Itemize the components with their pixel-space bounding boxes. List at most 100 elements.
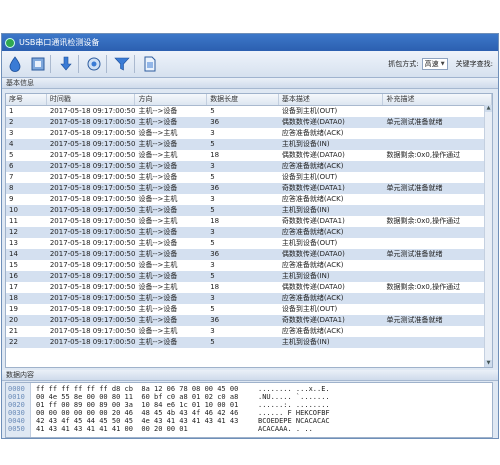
table-row[interactable]: 2 2017-05-18 09:17:00:503 主机-->设备 36 偶数数传递(D…	[6, 117, 492, 128]
cell-index: 21	[9, 327, 18, 335]
cell-index: 4	[9, 140, 14, 148]
hex-line: 0050 41 43 41 43 41 41 41 00 00 20 00 01 A…	[6, 425, 313, 433]
table-row[interactable]: 17 2017-05-18 09:17:00:503 设备-->主机 18 偶数数传递(…	[6, 282, 492, 293]
cell-direction: 设备-->主机	[138, 327, 178, 335]
document-button[interactable]	[140, 54, 160, 74]
cell-timestamp: 2017-05-18 09:17:00:503	[49, 184, 136, 192]
column-header-extra-desc[interactable]: 补充描述	[383, 94, 492, 105]
hex-line: 0010 00 4e 55 8e 00 00 80 11 60 bf c0 a8 …	[6, 393, 330, 401]
cell-direction: 主机-->设备	[138, 107, 178, 115]
stop-icon	[31, 57, 45, 71]
hex-ascii: ...... F HEKCOFBF	[258, 409, 330, 417]
cell-basic-desc: 设备到主机(OUT)	[281, 305, 338, 313]
cell-index: 6	[9, 162, 14, 170]
scroll-up-icon[interactable]: ▲	[485, 105, 492, 112]
cell-timestamp: 2017-05-18 09:17:00:503	[49, 195, 136, 203]
table-row[interactable]: 8 2017-05-18 09:17:00:503 主机-->设备 36 奇数数传递(D…	[6, 183, 492, 194]
table-row[interactable]: 20 2017-05-18 09:17:00:503 主机-->设备 36 奇数数传递(…	[6, 315, 492, 326]
cell-extra-desc	[383, 106, 492, 117]
filter-button[interactable]	[112, 54, 132, 74]
cell-index: 13	[9, 239, 18, 247]
table-row[interactable]: 11 2017-05-18 09:17:00:503 设备-->主机 18 奇数数传递(…	[6, 216, 492, 227]
column-header-index[interactable]: 序号	[6, 94, 47, 105]
cell-index: 18	[9, 294, 18, 302]
cell-basic-desc: 奇数数传递(DATA1)	[281, 184, 345, 192]
column-header-basic-desc[interactable]: 基本描述	[279, 94, 384, 105]
hex-ascii: ACACAAA. . ..	[258, 425, 313, 433]
cell-length: 5	[210, 173, 215, 181]
cell-direction: 主机-->设备	[138, 239, 178, 247]
table-row[interactable]: 21 2017-05-18 09:17:00:503 设备-->主机 3 应答准备就绪(…	[6, 326, 492, 337]
hex-dump-panel[interactable]: 0000 ff ff ff ff ff ff d8 cb 8a 12 06 78 …	[5, 382, 493, 438]
cell-index: 14	[9, 250, 18, 258]
table-row[interactable]: 15 2017-05-18 09:17:00:503 设备-->主机 3 应答准备就绪(…	[6, 260, 492, 271]
cell-direction: 主机-->设备	[138, 173, 178, 181]
cell-length: 3	[210, 228, 215, 236]
table-row[interactable]: 10 2017-05-18 09:17:00:503 主机-->设备 5 主机到设备(I…	[6, 205, 492, 216]
table-row[interactable]: 6 2017-05-18 09:17:00:503 主机-->设备 3 应答准备就绪(A…	[6, 161, 492, 172]
cell-index: 17	[9, 283, 18, 291]
table-row[interactable]: 14 2017-05-18 09:17:00:503 主机-->设备 36 偶数数传递(…	[6, 249, 492, 260]
cell-direction: 设备-->主机	[138, 151, 178, 159]
table-row[interactable]: 5 2017-05-18 09:17:00:503 设备-->主机 18 偶数数传递(D…	[6, 150, 492, 161]
hex-offset: 0000	[8, 385, 25, 393]
cell-basic-desc: 偶数数传递(DATA0)	[281, 118, 345, 126]
save-button[interactable]	[5, 54, 25, 74]
table-row[interactable]: 19 2017-05-18 09:17:00:503 主机-->设备 5 设备到主机(O…	[6, 304, 492, 315]
cell-index: 10	[9, 206, 18, 214]
table-row[interactable]: 18 2017-05-18 09:17:00:503 主机-->设备 3 应答准备就绪(…	[6, 293, 492, 304]
cell-direction: 主机-->设备	[138, 162, 178, 170]
table-row[interactable]: 3 2017-05-18 09:17:00:503 设备-->主机 3 应答准备就绪(A…	[6, 128, 492, 139]
cell-length: 5	[210, 107, 215, 115]
cell-direction: 主机-->设备	[138, 294, 178, 302]
cell-basic-desc: 主机到设备(IN)	[281, 140, 330, 148]
vertical-scrollbar[interactable]: ▲ ▼	[484, 105, 492, 367]
hex-bytes: ff ff ff ff ff ff d8 cb 8a 12 06 78 08 0…	[36, 385, 239, 393]
cell-timestamp: 2017-05-18 09:17:00:503	[49, 294, 136, 302]
cell-extra-desc	[383, 326, 492, 337]
chevron-down-icon: ▼	[440, 61, 445, 67]
cell-length: 18	[210, 151, 220, 159]
stop-button[interactable]	[28, 54, 48, 74]
cell-index: 15	[9, 261, 18, 269]
hex-offset: 0030	[8, 409, 25, 417]
cell-timestamp: 2017-05-18 09:17:00:503	[49, 151, 136, 159]
connect-button[interactable]	[84, 54, 104, 74]
cell-length: 36	[210, 316, 220, 324]
table-row[interactable]: 9 2017-05-18 09:17:00:503 设备-->主机 3 应答准备就绪(A…	[6, 194, 492, 205]
column-header-length[interactable]: 数据长度	[207, 94, 279, 105]
cell-extra-desc	[383, 238, 492, 249]
table-row[interactable]: 13 2017-05-18 09:17:00:503 主机-->设备 5 主机到设备(O…	[6, 238, 492, 249]
capture-mode-value: 高速	[424, 60, 439, 68]
column-header-direction[interactable]: 方向	[135, 94, 208, 105]
cell-basic-desc: 应答准备就绪(ACK)	[281, 195, 344, 203]
hex-bytes: 00 4e 55 8e 00 00 80 11 60 bf c0 a8 01 0…	[36, 393, 239, 401]
cell-extra-desc: 单元测试准备就绪	[386, 118, 443, 126]
cell-timestamp: 2017-05-18 09:17:00:503	[49, 129, 136, 137]
cell-extra-desc: 单元测试准备就绪	[386, 250, 443, 258]
table-row[interactable]: 12 2017-05-18 09:17:00:503 主机-->设备 3 应答准备就绪(…	[6, 227, 492, 238]
table-row[interactable]: 7 2017-05-18 09:17:00:503 主机-->设备 5 设备到主机(OU…	[6, 172, 492, 183]
table-row[interactable]: 1 2017-05-18 09:17:00:503 主机-->设备 5 设备到主机(OU…	[6, 106, 492, 117]
cell-index: 20	[9, 316, 18, 324]
table-row[interactable]: 22 2017-05-18 09:17:00:503 主机-->设备 5 主机到设备(I…	[6, 337, 492, 348]
cell-index: 7	[9, 173, 14, 181]
scroll-down-icon[interactable]: ▼	[485, 360, 492, 367]
table-row[interactable]: 16 2017-05-18 09:17:00:503 主机-->设备 5 主机到设备(I…	[6, 271, 492, 282]
cell-length: 18	[210, 217, 220, 225]
cell-timestamp: 2017-05-18 09:17:00:503	[49, 217, 136, 225]
cell-index: 3	[9, 129, 14, 137]
cell-timestamp: 2017-05-18 09:17:00:503	[49, 327, 136, 335]
download-button[interactable]	[56, 54, 76, 74]
cell-index: 1	[9, 107, 14, 115]
cell-direction: 主机-->设备	[138, 228, 178, 236]
cell-length: 3	[210, 162, 215, 170]
table-row[interactable]: 4 2017-05-18 09:17:00:503 主机-->设备 5 主机到设备(IN…	[6, 139, 492, 150]
capture-mode-select[interactable]: 高速 ▼	[421, 58, 448, 70]
column-header-timestamp[interactable]: 时间戳	[47, 94, 136, 105]
toolbar-right: 抓包方式: 高速 ▼ 关键字查找:	[388, 58, 496, 70]
data-content-header: 数据内容	[2, 370, 498, 381]
hex-line: 0030 00 00 00 00 00 00 20 46 48 45 4b 43 …	[6, 409, 330, 417]
cell-length: 5	[210, 338, 215, 346]
toolbar-separator	[50, 55, 51, 73]
